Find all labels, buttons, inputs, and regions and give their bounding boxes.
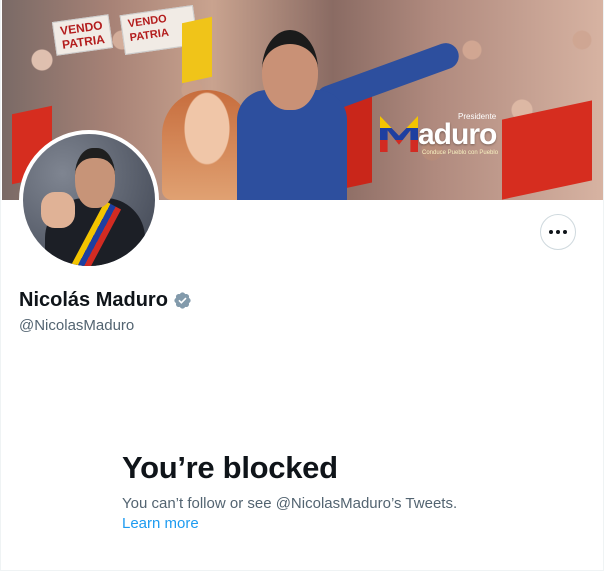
blocked-title: You’re blocked (122, 450, 338, 485)
learn-more-link[interactable]: Learn more (122, 514, 199, 534)
more-options-button[interactable] (540, 214, 576, 250)
profile-display-name: Nicolás Maduro (19, 289, 168, 311)
ellipsis-icon (549, 230, 567, 234)
banner-person (237, 30, 463, 200)
banner-flag (182, 16, 212, 84)
profile-page: VENDO PATRIA VENDO PATRIA aduro President… (0, 0, 604, 571)
blocked-notice: You’re blocked You can’t follow or see @… (122, 450, 542, 534)
verified-badge-icon[interactable] (173, 291, 192, 310)
profile-name-row: Nicolás Maduro (19, 288, 192, 312)
blocked-message: You can’t follow or see @NicolasMaduro’s… (122, 495, 458, 512)
banner-brand-logo: aduro Presidente Conduce Pueblo con Pueb… (380, 112, 510, 156)
profile-avatar[interactable] (19, 130, 159, 270)
profile-handle: @NicolasMaduro (19, 317, 135, 334)
